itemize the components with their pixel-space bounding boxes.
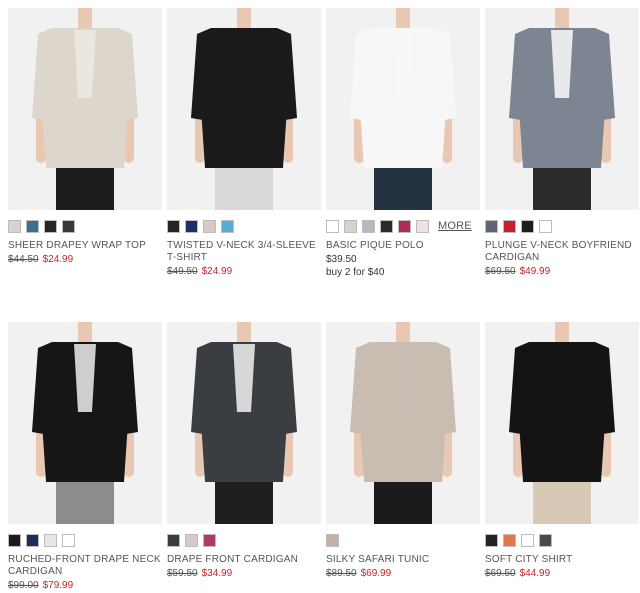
color-swatch[interactable] [326,219,339,233]
color-swatch[interactable] [203,533,216,547]
color-swatch[interactable] [485,219,498,233]
original-price: $69.50 [485,266,516,277]
color-swatch[interactable] [344,219,357,233]
color-swatches [326,532,480,548]
sale-price: $49.99 [519,266,551,277]
product-name[interactable]: SHEER DRAPEY WRAP TOP [8,240,162,252]
color-swatch[interactable] [26,219,39,233]
model-figure [350,322,456,524]
color-swatch[interactable] [62,219,75,233]
product-name[interactable]: DRAPE FRONT CARDIGAN [167,554,321,566]
model-figure [509,8,615,210]
product-card[interactable]: DRAPE FRONT CARDIGAN $59.50 $34.99 [167,322,321,580]
model-figure [32,8,138,210]
sale-price: $44.99 [519,568,551,579]
product-card[interactable]: SILKY SAFARI TUNIC $89.50 $69.99 [326,322,480,580]
color-swatch[interactable] [62,533,75,547]
color-swatch[interactable] [521,219,534,233]
color-swatch[interactable] [44,533,57,547]
product-card[interactable]: SOFT CITY SHIRT $69.50 $44.99 [485,322,639,580]
product-name[interactable]: TWISTED V-NECK 3/4-SLEEVE T-SHIRT [167,240,321,264]
product-card[interactable]: TWISTED V-NECK 3/4-SLEEVE T-SHIRT $49.50… [167,8,321,278]
color-swatch[interactable] [185,533,198,547]
color-swatch[interactable] [539,219,552,233]
product-price: $69.50 $44.99 [485,567,639,580]
sale-price: $24.99 [201,266,233,277]
color-swatches [485,218,639,234]
product-price: $39.50 [326,253,480,266]
product-image[interactable] [485,8,639,210]
regular-price: $39.50 [326,254,357,265]
product-name[interactable]: RUCHED-FRONT DRAPE NECK CARDIGAN [8,554,162,578]
color-swatch[interactable] [539,533,552,547]
color-swatch[interactable] [485,533,498,547]
model-figure [350,8,456,210]
color-swatches [8,532,162,548]
color-swatch[interactable] [167,219,180,233]
model-figure [32,322,138,524]
product-image[interactable] [167,8,321,210]
color-swatch[interactable] [362,219,375,233]
color-swatches [167,532,321,548]
product-price: $44.50 $24.99 [8,253,162,266]
product-image[interactable] [8,322,162,524]
model-figure [509,322,615,524]
color-swatch[interactable] [503,219,516,233]
sale-price: $34.99 [201,568,233,579]
color-swatches [8,218,162,234]
color-swatch[interactable] [8,533,21,547]
sale-price: $69.99 [360,568,392,579]
color-swatch[interactable] [203,219,216,233]
product-name[interactable]: SOFT CITY SHIRT [485,554,639,566]
product-card[interactable]: PLUNGE V-NECK BOYFRIEND CARDIGAN $69.50 $… [485,8,639,278]
product-price: $69.50 $49.99 [485,265,639,278]
color-swatch[interactable] [503,533,516,547]
original-price: $44.50 [8,254,39,265]
product-name[interactable]: SILKY SAFARI TUNIC [326,554,480,566]
color-swatches: MORE [326,218,480,234]
model-figure [191,8,297,210]
color-swatch[interactable] [398,219,411,233]
product-name[interactable]: PLUNGE V-NECK BOYFRIEND CARDIGAN [485,240,639,264]
product-image[interactable] [485,322,639,524]
color-swatch[interactable] [521,533,534,547]
product-image[interactable] [326,322,480,524]
color-swatch[interactable] [326,533,339,547]
original-price: $99.00 [8,580,39,591]
original-price: $59.50 [167,568,198,579]
sale-price: $24.99 [42,254,74,265]
product-price: $99.00 $79.99 [8,579,162,592]
promo-text: buy 2 for $40 [326,267,385,278]
model-figure [191,322,297,524]
product-name[interactable]: BASIC PIQUE POLO [326,240,480,252]
product-image[interactable] [167,322,321,524]
product-card[interactable]: RUCHED-FRONT DRAPE NECK CARDIGAN $99.00 $… [8,322,162,592]
color-swatch[interactable] [167,533,180,547]
original-price: $69.50 [485,568,516,579]
sale-price: $79.99 [42,580,74,591]
product-price: $59.50 $34.99 [167,567,321,580]
color-swatches [485,532,639,548]
color-swatch[interactable] [221,219,234,233]
color-swatch[interactable] [185,219,198,233]
color-swatch[interactable] [380,219,393,233]
product-card[interactable]: MORE BASIC PIQUE POLO $39.50 buy 2 for $… [326,8,480,279]
product-price: $89.50 $69.99 [326,567,480,580]
original-price: $89.50 [326,568,357,579]
original-price: $49.50 [167,266,198,277]
product-price: $49.50 $24.99 [167,265,321,278]
product-image[interactable] [326,8,480,210]
more-colors-link[interactable]: MORE [438,220,472,232]
color-swatch[interactable] [44,219,57,233]
color-swatch[interactable] [416,219,429,233]
color-swatches [167,218,321,234]
product-image[interactable] [8,8,162,210]
color-swatch[interactable] [8,219,21,233]
product-card[interactable]: SHEER DRAPEY WRAP TOP $44.50 $24.99 [8,8,162,266]
color-swatch[interactable] [26,533,39,547]
